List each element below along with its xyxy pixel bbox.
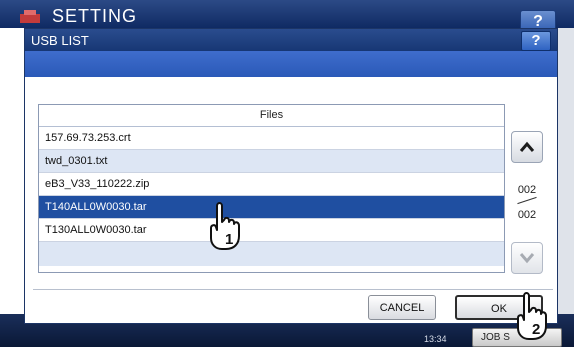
clock-time: 13:34 bbox=[424, 334, 447, 344]
file-row[interactable]: eB3_V33_110222.zip bbox=[39, 173, 504, 196]
page-divider bbox=[517, 196, 537, 205]
file-row-selected[interactable]: T140ALL0W0030.tar bbox=[39, 196, 504, 219]
empty-file-row bbox=[39, 242, 504, 266]
background-panel-edge bbox=[558, 28, 574, 314]
dialog-help-button[interactable]: ? bbox=[521, 31, 551, 51]
chevron-down-icon bbox=[519, 253, 535, 264]
files-column-header: Files bbox=[39, 105, 504, 127]
file-row[interactable]: T130ALL0W0030.tar bbox=[39, 219, 504, 242]
scroll-down-button[interactable] bbox=[511, 242, 543, 274]
dialog-titlebar: USB LIST ? bbox=[25, 29, 557, 51]
scroll-up-button[interactable] bbox=[511, 131, 543, 163]
background-header: SETTING ? bbox=[0, 0, 574, 34]
chevron-up-icon bbox=[519, 141, 535, 152]
file-row[interactable]: twd_0301.txt bbox=[39, 150, 504, 173]
dialog-info-band bbox=[25, 51, 557, 77]
background-title: SETTING bbox=[52, 6, 138, 26]
usb-list-dialog: USB LIST ? Files 157.69.73.253.crt twd_0… bbox=[24, 28, 558, 324]
step-1-label: 1 bbox=[225, 231, 233, 248]
footer-divider bbox=[33, 289, 553, 290]
file-list: Files 157.69.73.253.crt twd_0301.txt eB3… bbox=[38, 104, 505, 273]
step-2-label: 2 bbox=[532, 321, 540, 338]
current-page: 002 bbox=[517, 184, 537, 196]
total-pages: 002 bbox=[517, 209, 537, 221]
file-row[interactable]: 157.69.73.253.crt bbox=[39, 127, 504, 150]
step-1-hand-icon: 1 bbox=[210, 202, 240, 250]
printer-icon bbox=[20, 10, 40, 23]
cancel-button[interactable]: CANCEL bbox=[368, 295, 436, 320]
step-2-hand-icon: 2 bbox=[517, 292, 547, 340]
dialog-title: USB LIST bbox=[31, 33, 89, 48]
